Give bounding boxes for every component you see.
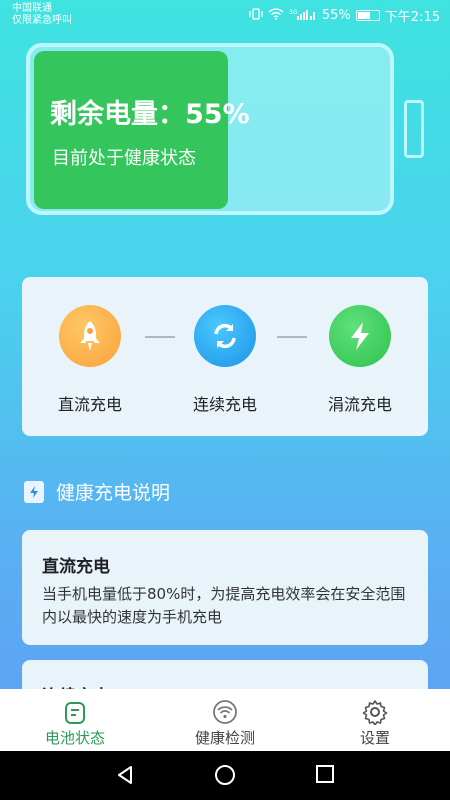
mode-trickle-charging[interactable]: 涓流充电 — [305, 305, 415, 415]
info-card-dc: 直流充电 当手机电量低于80%时，为提高充电效率会在安全范围内以最快的速度为手机… — [22, 530, 428, 645]
wifi-check-icon — [150, 689, 300, 725]
battery-status-icon — [0, 689, 150, 725]
recents-icon[interactable] — [315, 764, 335, 788]
battery-cap — [404, 100, 424, 158]
gear-icon — [300, 689, 450, 725]
status-bar: 中国联通 仅限紧急呼叫 3G 55% 下午2:15 — [0, 0, 450, 30]
lightning-icon — [329, 305, 391, 367]
carrier-info: 中国联通 仅限紧急呼叫 — [12, 3, 72, 27]
refresh-icon — [194, 305, 256, 367]
wifi-icon — [268, 8, 284, 23]
bottom-navigation: 电池状态 健康检测 设置 — [0, 689, 450, 751]
health-charging-section-header: 健康充电说明 — [24, 478, 170, 505]
emergency-only-text: 仅限紧急呼叫 — [12, 15, 72, 26]
signal-icon: 3G — [289, 8, 317, 23]
battery-health-status: 目前处于健康状态 — [52, 148, 196, 169]
mode-label: 直流充电 — [57, 395, 122, 414]
carrier-name: 中国联通 — [12, 3, 52, 14]
clock-text: 下午2:15 — [384, 10, 440, 25]
nav-label: 设置 — [359, 729, 390, 747]
back-icon[interactable] — [114, 764, 136, 790]
battery-doc-icon — [24, 480, 44, 503]
mode-label: 连续充电 — [192, 395, 257, 414]
rocket-icon — [59, 305, 121, 367]
battery-status-icon-small — [355, 10, 380, 21]
nav-battery-status[interactable]: 电池状态 — [0, 689, 150, 751]
battery-percent-text: 55% — [321, 8, 351, 23]
section-title: 健康充电说明 — [56, 482, 171, 504]
nav-label: 健康检测 — [194, 729, 255, 747]
charging-modes-card: 直流充电 连续充电 涓流充电 — [22, 277, 428, 436]
mode-label: 涓流充电 — [327, 395, 392, 414]
mode-continuous-charging[interactable]: 连续充电 — [170, 305, 280, 415]
mode-connector — [277, 336, 307, 338]
mode-dc-charging[interactable]: 直流充电 — [35, 305, 145, 415]
nav-label: 电池状态 — [44, 729, 105, 747]
nav-health-check[interactable]: 健康检测 — [150, 689, 300, 751]
svg-text:3G: 3G — [289, 9, 298, 16]
home-icon[interactable] — [214, 764, 236, 790]
info-card-body: 当手机电量低于80%时，为提高充电效率会在安全范围内以最快的速度为手机充电 — [42, 585, 406, 626]
system-navigation-bar — [0, 751, 450, 800]
status-icons: 3G 55% 下午2:15 — [249, 6, 440, 25]
vibrate-icon — [249, 8, 263, 23]
battery-remaining-title: 剩余电量：55% — [50, 99, 250, 130]
nav-settings[interactable]: 设置 — [300, 689, 450, 751]
info-card-title: 直流充电 — [42, 557, 110, 577]
